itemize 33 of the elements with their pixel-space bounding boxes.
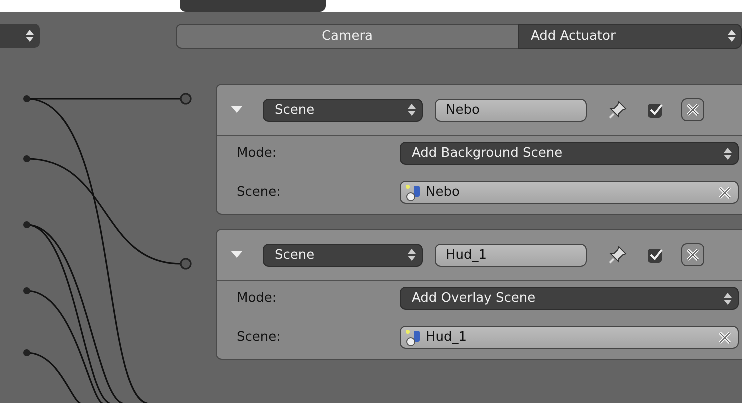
mode-dropdown[interactable]: Add Overlay Scene <box>400 287 739 310</box>
scene-field[interactable]: Hud_1 <box>400 326 739 349</box>
spinner-arrows-icon <box>724 148 732 160</box>
name-field[interactable]: Hud_1 <box>435 244 587 266</box>
scene-label: Scene: <box>237 330 282 345</box>
expand-triangle-icon[interactable] <box>231 106 243 114</box>
name-field[interactable]: Nebo <box>435 98 587 122</box>
spinner-arrows-icon <box>724 292 732 304</box>
spinner-arrows-icon <box>408 249 416 261</box>
spinner-arrows-icon <box>728 30 736 42</box>
close-icon[interactable] <box>681 243 705 267</box>
mode-dropdown[interactable]: Add Background Scene <box>400 142 739 165</box>
scene-label: Scene: <box>237 185 282 200</box>
clear-icon[interactable] <box>718 186 732 200</box>
spinner-arrows-icon <box>408 104 416 116</box>
spinner-arrows-icon <box>26 30 34 42</box>
scene-icon <box>405 328 423 346</box>
type-dropdown[interactable]: Scene <box>263 244 423 266</box>
add-actuator-dropdown[interactable]: Add Actuator <box>518 24 742 48</box>
clear-icon[interactable] <box>718 330 732 344</box>
object-field[interactable]: Camera <box>176 24 518 48</box>
expand-triangle-icon[interactable] <box>231 251 243 259</box>
pin-icon[interactable] <box>607 99 629 121</box>
pin-icon[interactable] <box>607 244 629 266</box>
mode-label: Mode: <box>237 146 278 161</box>
scene-icon <box>405 184 423 202</box>
type-dropdown[interactable]: Scene <box>263 98 423 122</box>
checkbox[interactable] <box>647 246 665 264</box>
mode-label: Mode: <box>237 291 278 306</box>
checkbox[interactable] <box>647 101 665 119</box>
scene-field[interactable]: Nebo <box>400 181 739 204</box>
dropdown[interactable] <box>0 24 40 48</box>
close-icon[interactable] <box>681 98 705 122</box>
